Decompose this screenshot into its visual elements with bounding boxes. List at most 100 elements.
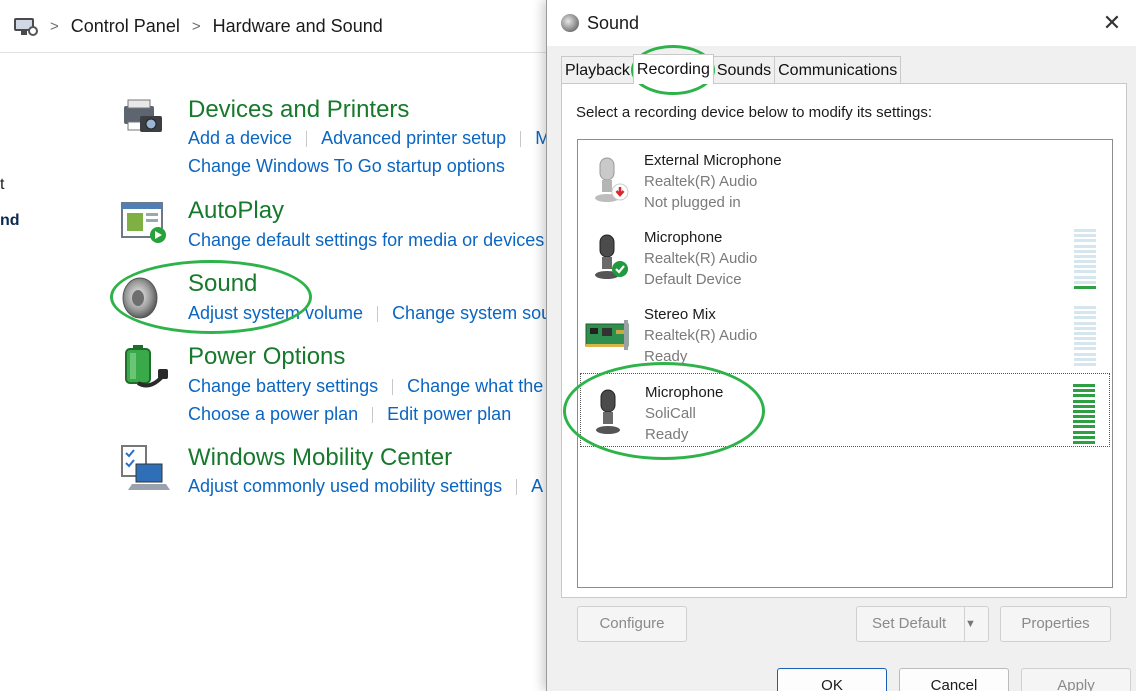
autoplay-defaults-link[interactable]: Change default settings for media or dev… <box>188 230 544 251</box>
autoplay-icon <box>121 202 166 243</box>
category-power-options: Power Options Change battery settings Ch… <box>118 343 558 425</box>
category-title[interactable]: Power Options <box>188 343 345 371</box>
properties-button[interactable]: Properties <box>1000 606 1111 642</box>
configure-button[interactable]: Configure <box>577 606 687 642</box>
apply-button[interactable]: Apply <box>1021 668 1131 691</box>
change-power-buttons-link[interactable]: Change what the <box>407 376 543 397</box>
meter-segment <box>1074 362 1096 366</box>
chevron-right-icon: > <box>50 17 59 35</box>
category-title[interactable]: AutoPlay <box>188 197 284 225</box>
device-status: Ready <box>645 426 689 443</box>
set-default-button[interactable]: Set Default ▼ <box>856 606 989 642</box>
adjust-system-volume-link[interactable]: Adjust system volume <box>188 303 363 324</box>
set-default-label: Set Default <box>872 615 947 632</box>
tab-strip: Playback Recording Sounds Communications <box>561 54 902 84</box>
change-system-sounds-link[interactable]: Change system sou <box>392 303 551 324</box>
change-battery-settings-link[interactable]: Change battery settings <box>188 376 378 397</box>
windows-to-go-link[interactable]: Change Windows To Go startup options <box>188 156 505 177</box>
device-item-external-microphone[interactable]: External Microphone Realtek(R) Audio Not… <box>580 142 1110 216</box>
meter-segment <box>1074 249 1096 253</box>
meter-segment <box>1074 229 1096 232</box>
device-status: Default Device <box>644 271 742 288</box>
close-button[interactable]: ✕ <box>1097 8 1127 38</box>
choose-power-plan-link[interactable]: Choose a power plan <box>188 404 358 425</box>
mobility-settings-link[interactable]: Adjust commonly used mobility settings <box>188 476 502 497</box>
meter-segment <box>1073 415 1095 419</box>
recording-device-list[interactable]: External Microphone Realtek(R) Audio Not… <box>577 139 1113 588</box>
microphone-unplugged-icon <box>595 157 629 202</box>
link-separator <box>372 406 374 423</box>
device-name: Microphone <box>644 229 723 246</box>
category-title[interactable]: Sound <box>188 270 257 298</box>
meter-segment <box>1074 234 1096 238</box>
meter-segment <box>1074 265 1096 269</box>
device-status: Not plugged in <box>644 194 741 211</box>
ok-button[interactable]: OK <box>777 668 887 691</box>
tab-playback[interactable]: Playback <box>561 56 634 84</box>
breadcrumb-hardware-and-sound[interactable]: Hardware and Sound <box>213 16 383 37</box>
category-links-row: Change default settings for media or dev… <box>188 230 544 251</box>
device-status: Ready <box>644 348 688 365</box>
meter-segment <box>1074 275 1096 279</box>
meter-segment <box>1073 430 1095 434</box>
dialog-title: Sound <box>587 12 640 33</box>
link-separator <box>306 130 308 147</box>
level-meter <box>1074 306 1096 366</box>
category-windows-mobility-center: Windows Mobility Center Adjust commonly … <box>118 444 558 504</box>
category-title[interactable]: Windows Mobility Center <box>188 444 452 472</box>
meter-segment <box>1074 316 1096 320</box>
cancel-button[interactable]: Cancel <box>899 668 1009 691</box>
sidebar-fragment[interactable]: t <box>0 176 4 194</box>
link-separator <box>520 130 522 147</box>
add-device-link[interactable]: Add a device <box>188 128 292 149</box>
category-autoplay: AutoPlay Change default settings for med… <box>118 197 558 257</box>
category-title[interactable]: Devices and Printers <box>188 96 409 124</box>
meter-segment <box>1073 420 1095 424</box>
category-links-row: Adjust system volume Change system sou <box>188 303 551 324</box>
sidebar-fragment-active[interactable]: nd <box>0 212 20 230</box>
device-item-stereo-mix[interactable]: Stereo Mix Realtek(R) Audio Ready <box>580 296 1110 370</box>
mobility-center-icon <box>121 445 170 490</box>
category-links-row: Change Windows To Go startup options <box>188 156 505 177</box>
meter-segment <box>1074 347 1096 351</box>
advanced-printer-setup-link[interactable]: Advanced printer setup <box>321 128 506 149</box>
device-driver: Realtek(R) Audio <box>644 173 758 190</box>
tab-sounds[interactable]: Sounds <box>712 56 776 84</box>
level-meter <box>1074 229 1096 289</box>
link-separator <box>377 305 379 322</box>
tab-communications[interactable]: Communications <box>774 56 902 84</box>
sound-dialog: Sound ✕ Playback Recording Sounds Commun… <box>546 0 1136 691</box>
category-links-row: Change battery settings Change what the <box>188 376 543 397</box>
meter-segment <box>1073 435 1095 439</box>
level-meter <box>1073 384 1095 444</box>
category-devices-and-printers: Devices and Printers Add a device Advanc… <box>118 96 558 176</box>
instruction-text: Select a recording device below to modif… <box>576 104 933 121</box>
breadcrumb-control-panel[interactable]: Control Panel <box>71 16 180 37</box>
device-name: Stereo Mix <box>644 306 716 323</box>
dialog-titlebar[interactable]: Sound ✕ <box>547 0 1136 46</box>
meter-segment <box>1074 342 1096 346</box>
meter-segment <box>1073 409 1095 413</box>
device-item-microphone-solicall[interactable]: Microphone SoliCall Ready <box>580 373 1110 447</box>
truncated-link[interactable]: A <box>531 476 543 497</box>
edit-power-plan-link[interactable]: Edit power plan <box>387 404 511 425</box>
device-name: Microphone <box>645 384 724 401</box>
speaker-icon <box>561 14 579 32</box>
meter-segment <box>1073 389 1095 393</box>
meter-segment <box>1074 260 1096 264</box>
meter-segment <box>1074 321 1096 325</box>
category-links-row: Add a device Advanced printer setup M <box>188 128 550 149</box>
chevron-down-icon[interactable]: ▼ <box>964 607 988 641</box>
meter-segment <box>1074 254 1096 258</box>
link-separator <box>392 378 394 395</box>
meter-segment <box>1073 384 1095 387</box>
link-separator <box>516 478 518 495</box>
device-item-microphone-realtek[interactable]: Microphone Realtek(R) Audio Default Devi… <box>580 219 1110 293</box>
address-bar[interactable]: > Control Panel > Hardware and Sound <box>0 0 560 53</box>
meter-segment <box>1073 425 1095 429</box>
tab-recording[interactable]: Recording <box>632 54 714 84</box>
meter-segment <box>1074 337 1096 341</box>
sound-card-icon <box>585 320 629 350</box>
battery-plug-icon <box>125 345 168 388</box>
category-sound: Sound Adjust system volume Change system… <box>118 270 558 330</box>
